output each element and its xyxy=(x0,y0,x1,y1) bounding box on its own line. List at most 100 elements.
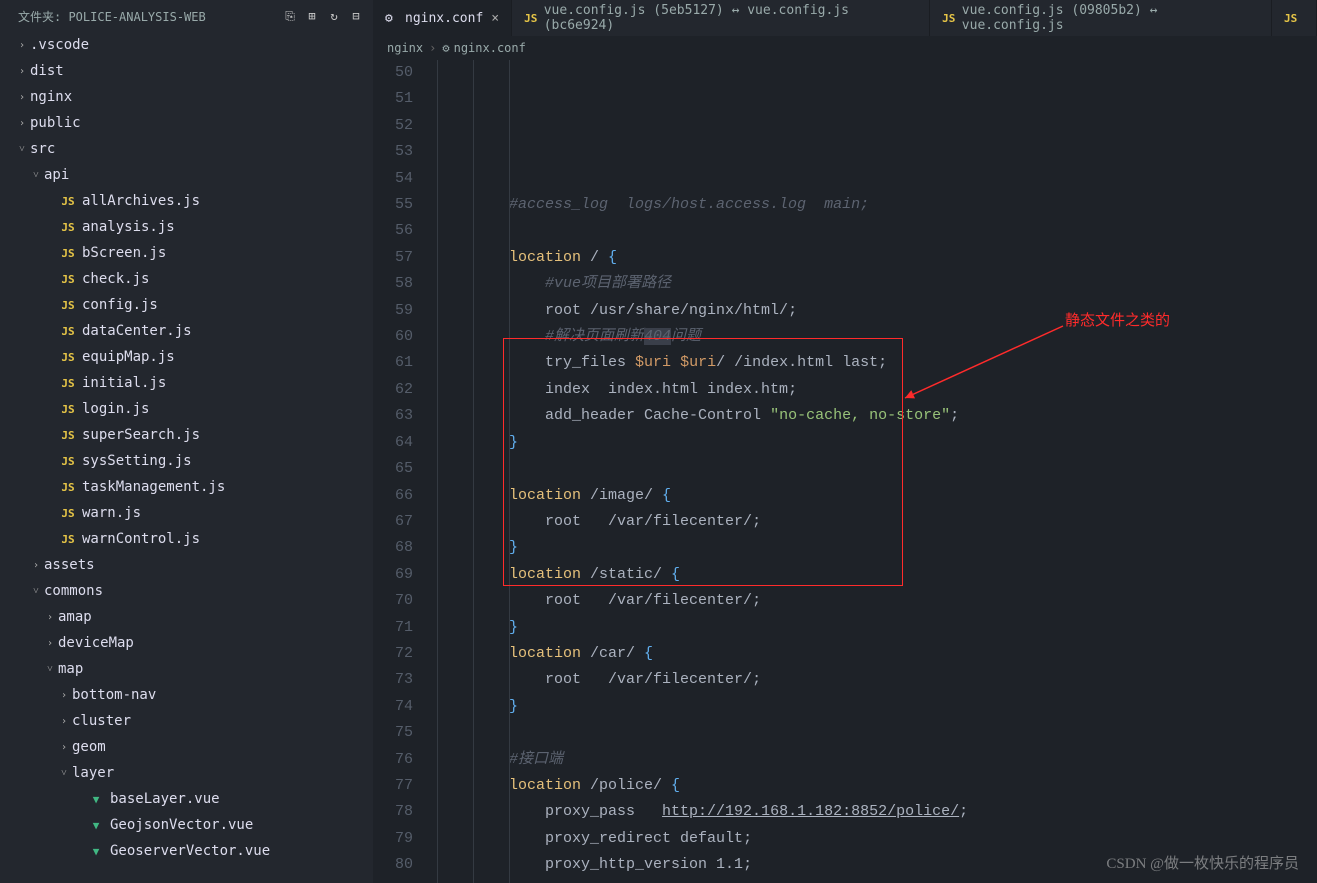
folder-item[interactable]: ˅api xyxy=(0,162,373,188)
folder-item[interactable]: ›geom xyxy=(0,734,373,760)
file-item[interactable]: JSequipMap.js xyxy=(0,344,373,370)
refresh-icon[interactable]: ↻ xyxy=(325,7,343,25)
code-line[interactable]: proxy_redirect default; xyxy=(437,826,1317,852)
folder-item[interactable]: ˅layer xyxy=(0,760,373,786)
chevron-icon: › xyxy=(14,66,30,77)
tab-3[interactable]: JS xyxy=(1272,0,1317,36)
folder-item[interactable]: ˅map xyxy=(0,656,373,682)
file-item[interactable]: JSallArchives.js xyxy=(0,188,373,214)
vue-icon: ▼ xyxy=(86,793,106,806)
code-line[interactable]: try_files $uri $uri/ /index.html last; xyxy=(437,350,1317,376)
item-label: commons xyxy=(44,583,103,599)
tab-2[interactable]: JSvue.config.js (09805b2) ↔ vue.config.j… xyxy=(930,0,1272,36)
code-line[interactable]: add_header Cache-Control "no-cache, no-s… xyxy=(437,403,1317,429)
file-item[interactable]: JSlogin.js xyxy=(0,396,373,422)
file-item[interactable]: JSsuperSearch.js xyxy=(0,422,373,448)
tab-label: vue.config.js (09805b2) ↔ vue.config.js xyxy=(962,3,1259,33)
item-label: warn.js xyxy=(82,505,141,521)
folder-item[interactable]: ›bottom-nav xyxy=(0,682,373,708)
code-line[interactable]: #access_log logs/host.access.log main; xyxy=(437,192,1317,218)
code-line[interactable]: root /var/filecenter/; xyxy=(437,509,1317,535)
item-label: analysis.js xyxy=(82,219,175,235)
crumb-part[interactable]: nginx.conf xyxy=(454,41,526,55)
code-line[interactable]: } xyxy=(437,535,1317,561)
file-item[interactable]: JSwarn.js xyxy=(0,500,373,526)
code-content[interactable]: #access_log logs/host.access.log main; l… xyxy=(431,60,1317,883)
item-label: layer xyxy=(72,765,114,781)
close-icon[interactable]: × xyxy=(491,11,499,26)
js-icon: JS xyxy=(58,481,78,494)
folder-item[interactable]: ›public xyxy=(0,110,373,136)
code-line[interactable]: location / { xyxy=(437,245,1317,271)
code-line[interactable]: #vue项目部署路径 xyxy=(437,271,1317,297)
folder-item[interactable]: ›deviceMap xyxy=(0,630,373,656)
file-item[interactable]: JScheck.js xyxy=(0,266,373,292)
breadcrumb[interactable]: nginx › ⚙ nginx.conf xyxy=(373,36,1317,60)
js-icon: JS xyxy=(58,455,78,468)
folder-item[interactable]: ›assets xyxy=(0,552,373,578)
file-item[interactable]: JSwarnControl.js xyxy=(0,526,373,552)
code-line[interactable]: location /car/ { xyxy=(437,641,1317,667)
code-line[interactable] xyxy=(437,720,1317,746)
code-line[interactable]: } xyxy=(437,430,1317,456)
code-line[interactable]: location /police/ { xyxy=(437,773,1317,799)
chevron-icon: › xyxy=(56,742,72,753)
folder-item[interactable]: ˅commons xyxy=(0,578,373,604)
crumb-part[interactable]: nginx xyxy=(387,41,423,55)
code-line[interactable]: location /static/ { xyxy=(437,562,1317,588)
item-label: sysSetting.js xyxy=(82,453,192,469)
code-line[interactable]: #接口端 xyxy=(437,747,1317,773)
file-item[interactable]: JS taskManagement.js xyxy=(0,474,373,500)
file-item[interactable]: ▼GeojsonVector.vue xyxy=(0,812,373,838)
chevron-icon: ˅ xyxy=(28,170,44,181)
code-line[interactable]: } xyxy=(437,615,1317,641)
file-item[interactable]: JSanalysis.js xyxy=(0,214,373,240)
new-folder-icon[interactable]: ⊞ xyxy=(303,7,321,25)
code-line[interactable]: root /var/filecenter/; xyxy=(437,588,1317,614)
collapse-icon[interactable]: ⊟ xyxy=(347,7,365,25)
code-line[interactable]: proxy_pass http://192.168.1.182:8852/pol… xyxy=(437,799,1317,825)
code-line[interactable]: proxy_connect_timeout 60; xyxy=(437,879,1317,883)
code-line[interactable]: index index.html index.htm; xyxy=(437,377,1317,403)
code-line[interactable]: } xyxy=(437,694,1317,720)
annotation-text: 静态文件之类的 xyxy=(1065,308,1170,334)
code-line[interactable]: root /usr/share/nginx/html/; xyxy=(437,298,1317,324)
folder-item[interactable]: ›cluster xyxy=(0,708,373,734)
item-label: config.js xyxy=(82,297,158,313)
code-line[interactable] xyxy=(437,456,1317,482)
file-item[interactable]: JSbScreen.js xyxy=(0,240,373,266)
chevron-icon: ˅ xyxy=(56,768,72,779)
tab-0[interactable]: ⚙nginx.conf× xyxy=(373,0,512,36)
code-line[interactable]: root /var/filecenter/; xyxy=(437,667,1317,693)
item-label: cluster xyxy=(72,713,131,729)
chevron-icon: › xyxy=(14,40,30,51)
item-label: map xyxy=(58,661,83,677)
folder-item[interactable]: ›amap xyxy=(0,604,373,630)
file-item[interactable]: JS sysSetting.js xyxy=(0,448,373,474)
file-item[interactable]: ▼baseLayer.vue xyxy=(0,786,373,812)
js-icon: JS xyxy=(58,273,78,286)
item-label: nginx xyxy=(30,89,72,105)
item-label: taskManagement.js xyxy=(82,479,225,495)
code-line[interactable] xyxy=(437,218,1317,244)
folder-item[interactable]: ›.vscode xyxy=(0,32,373,58)
folder-item[interactable]: ›nginx xyxy=(0,84,373,110)
file-item[interactable]: JSdataCenter.js xyxy=(0,318,373,344)
js-icon: JS xyxy=(58,247,78,260)
code-line[interactable]: location /image/ { xyxy=(437,483,1317,509)
tab-bar: ⚙nginx.conf×JSvue.config.js (5eb5127) ↔ … xyxy=(373,0,1317,36)
folder-item[interactable]: ˅src xyxy=(0,136,373,162)
file-item[interactable]: JSconfig.js xyxy=(0,292,373,318)
item-label: equipMap.js xyxy=(82,349,175,365)
folder-item[interactable]: ›dist xyxy=(0,58,373,84)
code-line[interactable]: #解决页面刷新404问题 xyxy=(437,324,1317,350)
tab-1[interactable]: JSvue.config.js (5eb5127) ↔ vue.config.j… xyxy=(512,0,930,36)
new-file-icon[interactable]: ⎘ xyxy=(281,7,299,25)
chevron-icon: › xyxy=(42,612,58,623)
code-editor[interactable]: 5051525354555657585960616263646566676869… xyxy=(373,60,1317,883)
file-tree[interactable]: ›.vscode›dist›nginx›public˅src˅apiJSallA… xyxy=(0,32,373,883)
folder-label: 文件夹: POLICE-ANALYSIS-WEB xyxy=(18,8,277,25)
file-item[interactable]: JSinitial.js xyxy=(0,370,373,396)
crumb-sep: › xyxy=(429,41,436,55)
file-item[interactable]: ▼GeoserverVector.vue xyxy=(0,838,373,864)
